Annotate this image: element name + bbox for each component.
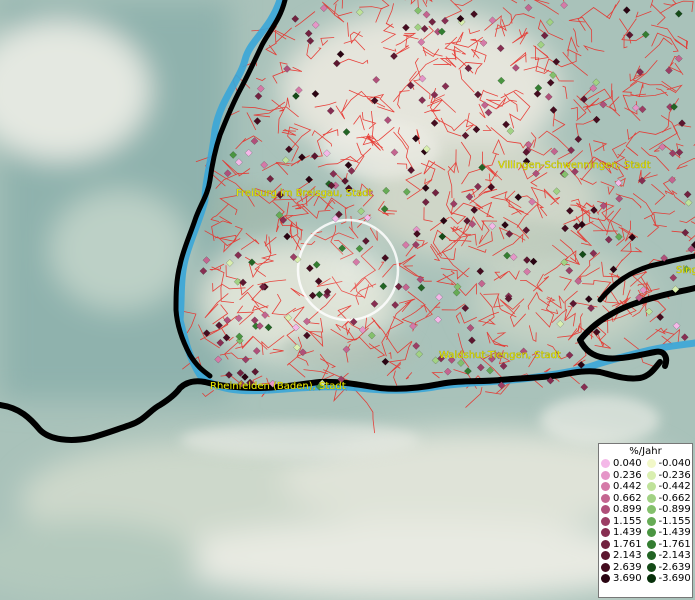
legend-swatch: [646, 539, 656, 549]
legend-swatch: [646, 493, 656, 503]
legend-value: 0.040: [613, 458, 642, 469]
legend-value: -0.040: [658, 458, 691, 469]
legend-value: 1.761: [613, 538, 642, 550]
legend-value: 0.236: [613, 469, 642, 481]
legend-value: 0.442: [613, 481, 642, 492]
legend-value: 0.899: [613, 504, 642, 515]
legend-row-positive: 0.236: [601, 470, 647, 482]
legend-row-positive: 1.155: [601, 516, 647, 528]
legend-swatch: [601, 574, 610, 584]
legend-swatch: [601, 470, 610, 480]
legend-swatch: [646, 482, 656, 492]
legend-value: -3.690: [658, 573, 691, 584]
legend-value: -1.155: [658, 515, 691, 527]
legend-row-positive: 0.040: [601, 458, 647, 470]
legend-value: -1.761: [658, 538, 691, 550]
relief-map[interactable]: Freiburg im Breisgau, Stadt Villingen-Sc…: [0, 0, 695, 600]
legend-value: 0.662: [613, 492, 642, 504]
legend-row-negative: -0.662: [646, 492, 693, 505]
legend-swatch: [601, 459, 610, 469]
legend-row-positive: 0.662: [601, 493, 647, 505]
legend-value: 2.143: [613, 550, 642, 561]
legend-swatch: [601, 551, 610, 561]
legend-swatch: [646, 516, 656, 526]
legend-value: -0.899: [658, 504, 691, 515]
legend-swatch: [601, 505, 610, 515]
legend-swatch: [601, 562, 610, 572]
legend-swatch: [646, 562, 656, 572]
legend-swatch: [601, 528, 610, 538]
legend-swatch: [646, 574, 656, 584]
legend-value: -0.236: [658, 469, 691, 481]
legend-swatch: [601, 539, 610, 549]
highlight-circle[interactable]: [296, 218, 400, 322]
label-rheinfelden: Rheinfelden (Baden), Stadt: [210, 381, 346, 392]
legend-swatch: [646, 551, 656, 561]
legend-row-negative: -3.690: [646, 573, 693, 585]
legend-swatch: [601, 493, 610, 503]
legend-swatch: [646, 459, 656, 469]
legend-value: -2.143: [658, 550, 691, 561]
legend-swatch: [646, 528, 656, 538]
legend-value: 2.639: [613, 561, 642, 573]
legend-row-positive: 0.442: [601, 481, 647, 493]
legend-value: 1.439: [613, 527, 642, 538]
legend-row-negative: -1.439: [646, 527, 693, 539]
legend-grid: 0.040 -0.040 0.236 -0.236 0.442 -0.442 0.662 -0…: [599, 458, 692, 585]
legend-value: 3.690: [613, 573, 642, 584]
legend-row-positive: 2.143: [601, 550, 647, 562]
label-singen: Sing: [676, 265, 695, 276]
legend-value: -1.439: [658, 527, 691, 538]
legend-row-positive: 1.439: [601, 527, 647, 539]
legend-title: %/Jahr: [629, 446, 662, 457]
legend-row-positive: 3.690: [601, 573, 647, 585]
legend-swatch: [646, 470, 656, 480]
legend-swatch: [601, 516, 610, 526]
legend-value: -2.639: [658, 561, 691, 573]
legend-row-positive: 1.761: [601, 539, 647, 551]
legend-row-negative: -1.761: [646, 538, 693, 551]
legend-swatch: [601, 482, 610, 492]
legend: %/Jahr 0.040 -0.040 0.236 -0.236 0.442 -0.442…: [598, 443, 693, 598]
legend-row-negative: -0.040: [646, 458, 693, 470]
label-villingen: Villingen-Schwenningen, Stadt: [498, 160, 651, 171]
legend-row-negative: -0.442: [646, 481, 693, 493]
legend-row-positive: 2.639: [601, 562, 647, 574]
legend-row-negative: -2.143: [646, 550, 693, 562]
legend-value: 1.155: [613, 515, 642, 527]
label-freiburg: Freiburg im Breisgau, Stadt: [236, 188, 373, 199]
legend-row-negative: -0.236: [646, 469, 693, 482]
legend-row-negative: -1.155: [646, 515, 693, 528]
legend-row-negative: -0.899: [646, 504, 693, 516]
legend-row-positive: 0.899: [601, 504, 647, 516]
label-waldshut: Waldshut-Tiengen, Stadt: [439, 350, 561, 361]
legend-row-negative: -2.639: [646, 561, 693, 574]
legend-value: -0.442: [658, 481, 691, 492]
legend-value: -0.662: [658, 492, 691, 504]
legend-swatch: [646, 505, 656, 515]
